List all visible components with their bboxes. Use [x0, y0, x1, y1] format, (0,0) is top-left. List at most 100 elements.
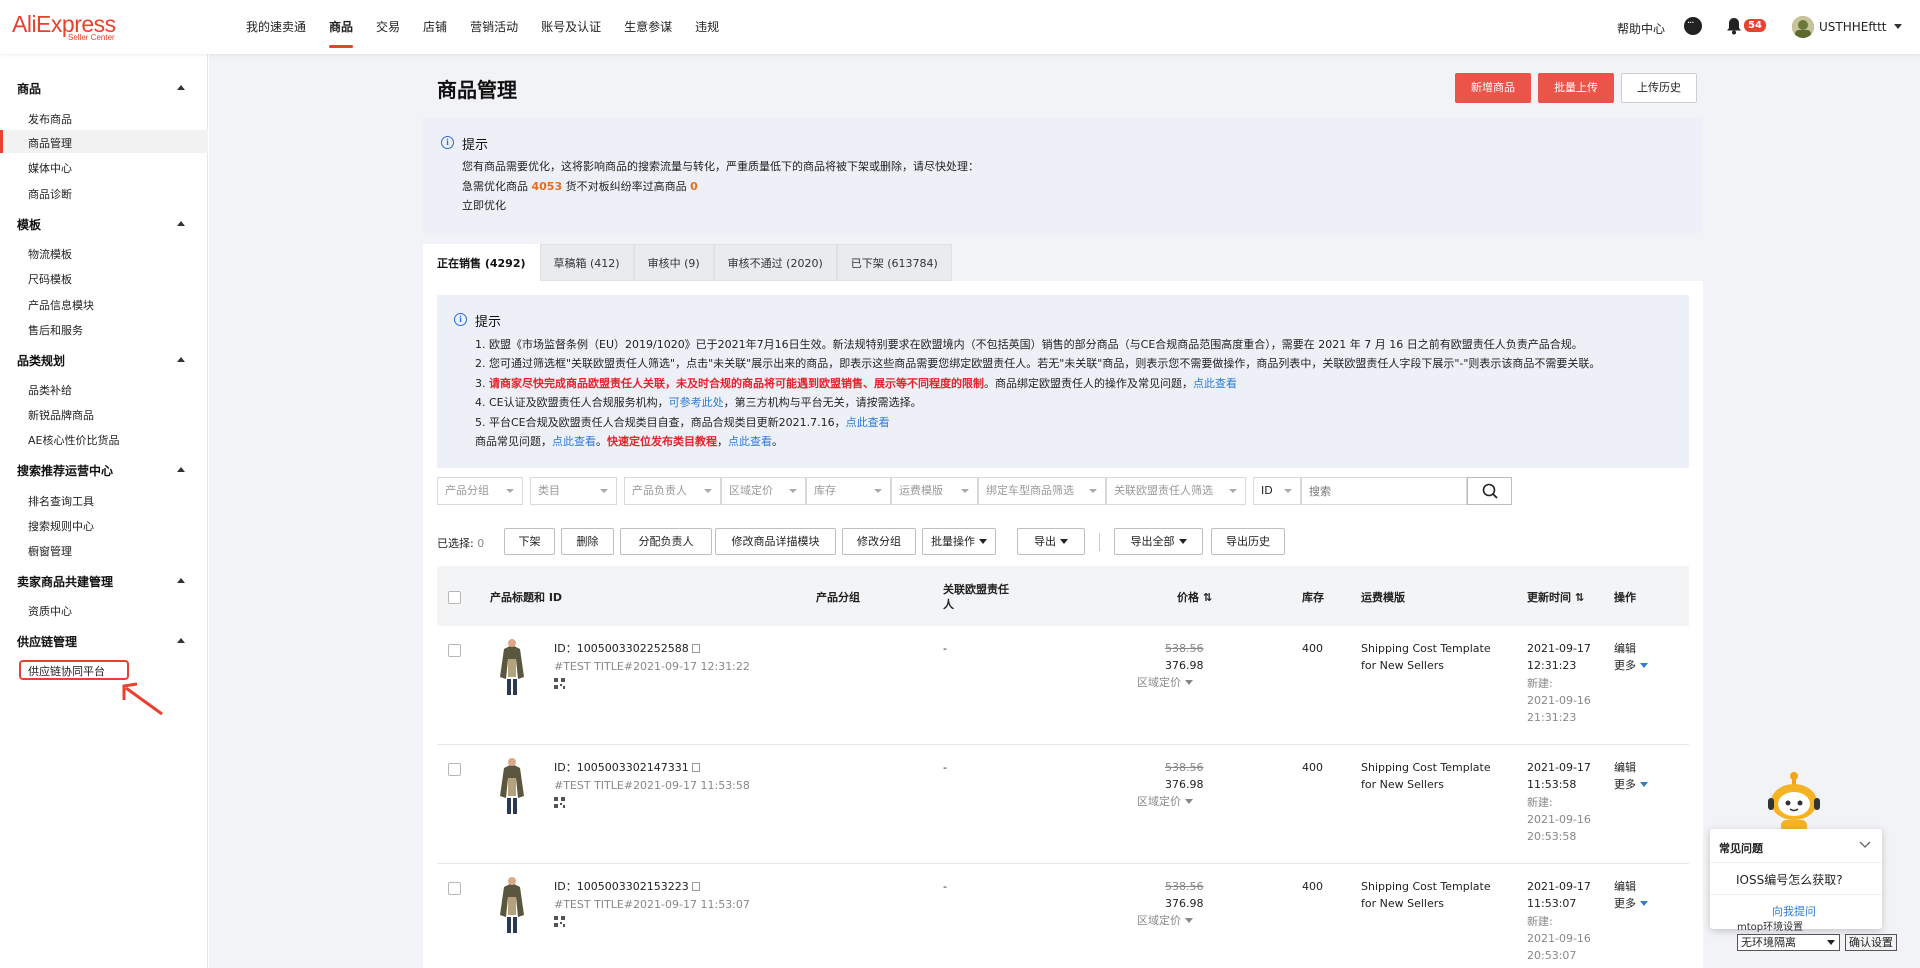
eu-tip-6-link-1[interactable]: 点此查看 — [552, 435, 596, 448]
filter-product-group[interactable]: 产品分组 — [437, 477, 523, 505]
batch-upload-button[interactable]: 批量上传 — [1538, 73, 1614, 103]
copy-icon[interactable] — [692, 763, 701, 772]
tab-drafts[interactable]: 草稿箱 (412) — [539, 244, 634, 281]
product-thumbnail[interactable] — [490, 756, 534, 816]
ask-me-link[interactable]: 向我提问 — [1772, 903, 1816, 919]
more-dropdown[interactable]: 更多 — [1614, 776, 1648, 793]
chevron-up-icon[interactable] — [177, 638, 185, 643]
sidebar-item-showcase[interactable]: 橱窗管理 — [28, 543, 72, 559]
region-price-dropdown[interactable]: 区域定价 — [1137, 793, 1193, 810]
message-icon[interactable] — [1684, 17, 1702, 35]
tab-on-sale[interactable]: 正在销售 (4292) — [423, 244, 540, 281]
tab-offline[interactable]: 已下架 (613784) — [836, 244, 952, 281]
search-button[interactable] — [1467, 477, 1512, 505]
tab-rejected[interactable]: 审核不通过 (2020) — [713, 244, 837, 281]
filter-category[interactable]: 类目 — [530, 477, 617, 505]
edit-link[interactable]: 编辑 — [1614, 759, 1636, 776]
more-dropdown[interactable]: 更多 — [1614, 657, 1648, 674]
select-all-checkbox[interactable] — [448, 591, 461, 604]
filter-owner[interactable]: 产品负责人 — [624, 477, 721, 505]
username[interactable]: USTHHEfttt — [1819, 20, 1887, 34]
header-updated[interactable]: 更新时间 ⇅ — [1527, 589, 1584, 605]
avatar[interactable] — [1792, 16, 1814, 38]
eu-tip-5-link[interactable]: 点此查看 — [846, 416, 890, 429]
sidebar-section-templates[interactable]: 模板 — [17, 216, 41, 233]
search-input[interactable] — [1301, 477, 1467, 505]
eu-tip-6-link-2[interactable]: 点此查看 — [728, 435, 772, 448]
filter-shipping-template[interactable]: 运费模版 — [891, 477, 978, 505]
nav-item-transactions[interactable]: 交易 — [376, 0, 400, 54]
filter-region-price[interactable]: 区域定价 — [721, 477, 806, 505]
region-price-dropdown[interactable]: 区域定价 — [1137, 912, 1193, 929]
row-checkbox[interactable] — [448, 644, 461, 657]
row-checkbox[interactable] — [448, 882, 461, 895]
new-product-button[interactable]: 新增商品 — [1455, 73, 1531, 103]
user-dropdown-icon[interactable] — [1894, 24, 1902, 29]
sidebar-item-product-manage[interactable]: 商品管理 — [28, 135, 72, 151]
nav-item-business-advisor[interactable]: 生意参谋 — [624, 0, 672, 54]
chevron-down-icon[interactable] — [1859, 841, 1871, 849]
sidebar-item-size-template[interactable]: 尺码模板 — [28, 271, 72, 287]
header-price[interactable]: 价格 ⇅ — [1177, 589, 1212, 605]
filter-stock[interactable]: 库存 — [806, 477, 891, 505]
edit-link[interactable]: 编辑 — [1614, 640, 1636, 657]
qr-code-icon[interactable] — [554, 796, 565, 808]
bell-icon[interactable] — [1726, 17, 1742, 35]
chevron-up-icon[interactable] — [177, 221, 185, 226]
confirm-setting-button[interactable]: 确认设置 — [1845, 934, 1897, 951]
product-title[interactable]: #TEST TITLE#2021-09-17 12:31:22 — [554, 658, 750, 675]
tip-dispute-count[interactable]: 0 — [690, 180, 698, 193]
optimize-now-link[interactable]: 立即优化 — [462, 197, 506, 213]
chevron-up-icon[interactable] — [177, 467, 185, 472]
tab-reviewing[interactable]: 审核中 (9) — [633, 244, 714, 281]
sort-icon[interactable]: ⇅ — [1575, 591, 1584, 604]
row-checkbox[interactable] — [448, 763, 461, 776]
help-center-link[interactable]: 帮助中心 — [1617, 20, 1717, 37]
chevron-up-icon[interactable] — [177, 578, 185, 583]
chevron-up-icon[interactable] — [177, 357, 185, 362]
assign-owner-button[interactable]: 分配负责人 — [620, 528, 712, 555]
filter-eu-responsible[interactable]: 关联欧盟责任人筛选 — [1106, 477, 1246, 505]
assistant-robot-icon[interactable] — [1765, 768, 1823, 834]
export-all-dropdown[interactable]: 导出全部 — [1114, 528, 1203, 555]
nav-item-account[interactable]: 账号及认证 — [541, 0, 601, 54]
sidebar-item-ae-core[interactable]: AE核心性价比货品 — [28, 432, 119, 448]
upload-history-button[interactable]: 上传历史 — [1621, 73, 1697, 103]
sidebar-section-products[interactable]: 商品 — [17, 80, 41, 97]
sidebar-item-logistics-template[interactable]: 物流模板 — [28, 246, 72, 262]
sidebar-item-info-module[interactable]: 产品信息模块 — [28, 297, 94, 313]
sidebar-section-category[interactable]: 品类规划 — [17, 352, 65, 369]
export-dropdown[interactable]: 导出 — [1017, 528, 1085, 555]
sidebar-item-media[interactable]: 媒体中心 — [28, 160, 72, 176]
nav-item-products[interactable]: 商品 — [329, 0, 354, 54]
nav-item-store[interactable]: 店铺 — [423, 0, 447, 54]
batch-actions-dropdown[interactable]: 批量操作 — [922, 528, 996, 555]
sidebar-item-publish[interactable]: 发布商品 — [28, 111, 72, 127]
product-thumbnail[interactable] — [490, 637, 534, 697]
product-title[interactable]: #TEST TITLE#2021-09-17 11:53:07 — [554, 896, 750, 913]
sidebar-item-new-brand[interactable]: 新锐品牌商品 — [28, 407, 94, 423]
edit-detail-module-button[interactable]: 修改商品详描模块 — [715, 528, 836, 555]
qr-code-icon[interactable] — [554, 677, 565, 689]
sidebar-section-co-build[interactable]: 卖家商品共建管理 — [17, 573, 113, 590]
sidebar-item-qualification[interactable]: 资质中心 — [28, 603, 72, 619]
tip-urgent-count[interactable]: 4053 — [532, 180, 563, 193]
copy-icon[interactable] — [692, 882, 701, 891]
qr-code-icon[interactable] — [554, 915, 565, 927]
sidebar-item-aftersale[interactable]: 售后和服务 — [28, 322, 83, 338]
region-price-dropdown[interactable]: 区域定价 — [1137, 674, 1193, 691]
sidebar-item-search-rules[interactable]: 搜索规则中心 — [28, 518, 94, 534]
copy-icon[interactable] — [692, 644, 701, 653]
nav-item-my-aliexpress[interactable]: 我的速卖通 — [246, 0, 306, 54]
edit-link[interactable]: 编辑 — [1614, 878, 1636, 895]
delist-button[interactable]: 下架 — [504, 528, 555, 555]
chevron-up-icon[interactable] — [177, 85, 185, 90]
eu-tip-3-link[interactable]: 点此查看 — [1193, 377, 1237, 390]
delete-button[interactable]: 删除 — [561, 528, 614, 555]
product-title[interactable]: #TEST TITLE#2021-09-17 11:53:58 — [554, 777, 750, 794]
faq-question[interactable]: IOSS编号怎么获取? — [1736, 871, 1843, 888]
aliexpress-logo[interactable]: AliExpress Seller Center — [12, 12, 122, 44]
sidebar-item-diagnosis[interactable]: 商品诊断 — [28, 186, 72, 202]
product-thumbnail[interactable] — [490, 875, 534, 935]
nav-item-violations[interactable]: 违规 — [695, 0, 719, 54]
